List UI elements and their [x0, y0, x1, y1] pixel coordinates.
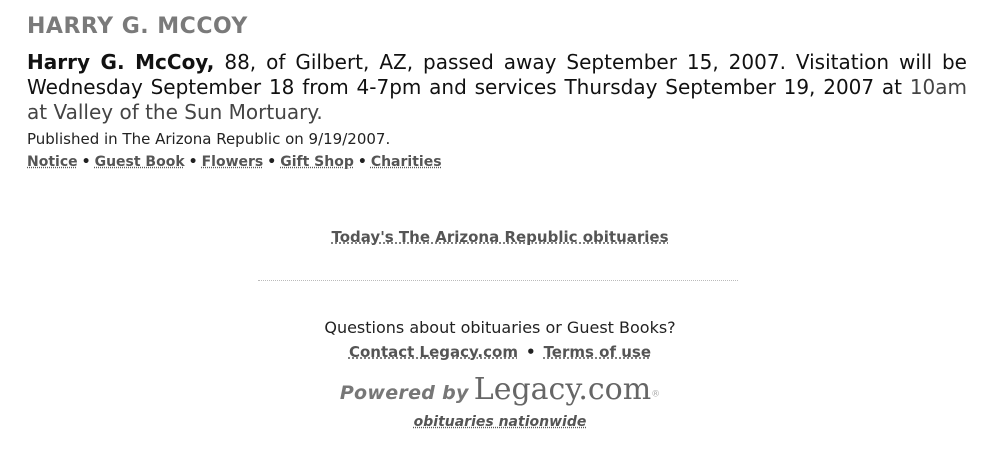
deceased-name: Harry G. McCoy,: [27, 50, 215, 74]
obituary-heading: HARRY G. MCCOY: [27, 14, 248, 39]
powered-by-text: Powered by: [339, 382, 469, 404]
link-separator: •: [188, 154, 198, 170]
questions-text: Questions about obituaries or Guest Book…: [324, 318, 676, 337]
guest-book-link[interactable]: Guest Book: [95, 154, 185, 170]
link-separator: •: [267, 154, 277, 170]
divider: [258, 280, 738, 281]
contact-row: Contact Legacy.com • Terms of use: [0, 343, 1000, 361]
charities-link[interactable]: Charities: [371, 154, 442, 170]
link-separator: •: [357, 154, 367, 170]
obituaries-nationwide-link[interactable]: obituaries nationwide: [414, 414, 587, 430]
terms-of-use-link[interactable]: Terms of use: [544, 343, 651, 361]
gift-shop-link[interactable]: Gift Shop: [280, 154, 354, 170]
today-obituaries-row: Today's The Arizona Republic obituaries: [0, 228, 1000, 246]
today-obituaries-link[interactable]: Today's The Arizona Republic obituaries: [331, 228, 668, 246]
registered-mark: ®: [651, 389, 661, 400]
legacy-brand: Legacy.com: [473, 372, 652, 407]
powered-by-logo: Powered by Legacy.com®: [0, 372, 1000, 407]
footer-separator: •: [525, 343, 536, 361]
published-note: Published in The Arizona Republic on 9/1…: [27, 130, 391, 148]
notice-link[interactable]: Notice: [27, 154, 78, 170]
contact-legacy-link[interactable]: Contact Legacy.com: [349, 343, 518, 361]
flowers-link[interactable]: Flowers: [202, 154, 264, 170]
obituary-links: Notice • Guest Book • Flowers • Gift Shop • Char…: [27, 154, 442, 170]
link-separator: •: [81, 154, 91, 170]
obituary-text: Harry G. McCoy, 88, of Gilbert, AZ, pass…: [27, 50, 967, 125]
tagline-row: obituaries nationwide: [0, 414, 1000, 430]
